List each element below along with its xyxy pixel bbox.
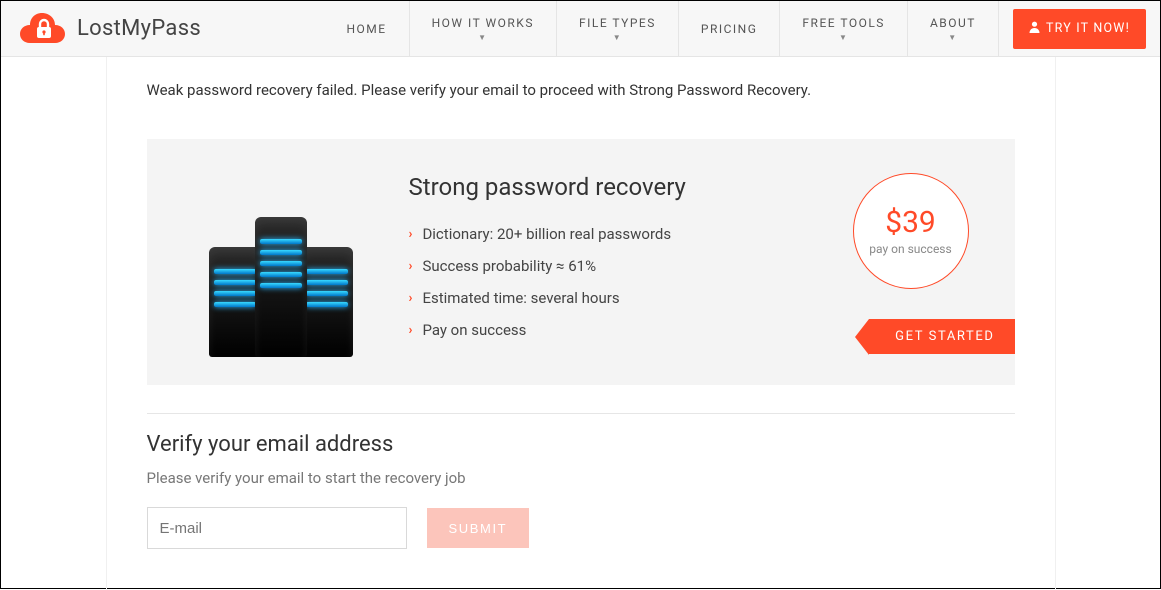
price-subtext: pay on success [869, 242, 951, 258]
feature-success-probability: › Success probability ≈ 61% [409, 257, 813, 275]
nav-how-label: HOW IT WORKS [432, 16, 534, 30]
nav-file-types[interactable]: FILE TYPES ▼ [556, 1, 678, 56]
nav-pricing-label: PRICING [701, 22, 758, 36]
feature-text: Dictionary: 20+ billion real passwords [422, 225, 671, 243]
nav-tools-label: FREE TOOLS [802, 16, 885, 30]
try-it-now-button[interactable]: TRY IT NOW! [1013, 9, 1146, 49]
nav-about-label: ABOUT [930, 16, 976, 30]
submit-button[interactable]: SUBMIT [427, 508, 530, 548]
submit-label: SUBMIT [449, 521, 508, 536]
feature-pay-on-success: › Pay on success [409, 321, 813, 339]
nav-home-label: HOME [346, 22, 386, 36]
verify-subtitle: Please verify your email to start the re… [147, 469, 1015, 487]
feature-text: Success probability ≈ 61% [422, 257, 596, 275]
lock-cloud-icon [19, 11, 67, 47]
chevron-right-icon: › [409, 227, 413, 242]
recovery-card: Strong password recovery › Dictionary: 20… [147, 139, 1015, 385]
failure-message: Weak password recovery failed. Please ve… [147, 81, 1015, 99]
top-navbar: LostMyPass HOME HOW IT WORKS ▼ FILE TYPE… [1, 1, 1160, 57]
page-content: Weak password recovery failed. Please ve… [106, 57, 1056, 590]
nav-how-it-works[interactable]: HOW IT WORKS ▼ [409, 1, 556, 56]
feature-dictionary: › Dictionary: 20+ billion real passwords [409, 225, 813, 243]
get-started-button[interactable]: GET STARTED [869, 319, 1014, 354]
get-started-label: GET STARTED [895, 329, 994, 344]
chevron-down-icon: ▼ [948, 33, 957, 42]
chevron-right-icon: › [409, 291, 413, 306]
chevron-down-icon: ▼ [478, 33, 487, 42]
user-icon [1029, 21, 1040, 37]
recovery-card-title: Strong password recovery [409, 173, 813, 201]
feature-text: Pay on success [422, 321, 526, 339]
feature-text: Estimated time: several hours [422, 289, 619, 307]
verify-title: Verify your email address [147, 432, 1015, 457]
email-field[interactable] [147, 507, 407, 549]
main-nav: HOME HOW IT WORKS ▼ FILE TYPES ▼ PRICING… [324, 1, 999, 56]
server-illustration [181, 173, 381, 357]
chevron-down-icon: ▼ [613, 33, 622, 42]
price-value: $39 [885, 205, 936, 240]
nav-about[interactable]: ABOUT ▼ [907, 1, 999, 56]
nav-files-label: FILE TYPES [579, 16, 656, 30]
chevron-right-icon: › [409, 259, 413, 274]
verify-form: SUBMIT [147, 507, 1015, 549]
nav-pricing[interactable]: PRICING [678, 1, 780, 56]
nav-free-tools[interactable]: FREE TOOLS ▼ [779, 1, 907, 56]
price-badge: $39 pay on success [853, 173, 969, 289]
try-it-now-label: TRY IT NOW! [1046, 21, 1130, 36]
feature-estimated-time: › Estimated time: several hours [409, 289, 813, 307]
section-divider [147, 413, 1015, 414]
chevron-right-icon: › [409, 323, 413, 338]
chevron-down-icon: ▼ [839, 33, 848, 42]
brand-name: LostMyPass [77, 16, 201, 41]
nav-home[interactable]: HOME [324, 1, 408, 56]
brand-logo[interactable]: LostMyPass [19, 11, 201, 47]
